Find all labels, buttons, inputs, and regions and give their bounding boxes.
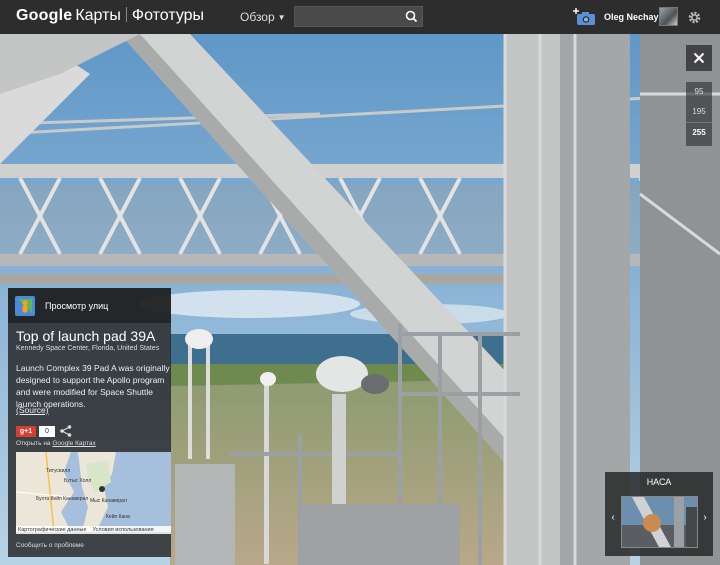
chevron-right-icon[interactable]: › (700, 512, 710, 523)
share-button[interactable] (59, 424, 73, 438)
zoom-level-195[interactable]: 195 (686, 102, 712, 122)
overview-label: Обзор (240, 10, 275, 24)
photo-gallery: НАСА ‹ › (605, 472, 713, 556)
info-panel: Просмотр улиц Top of launch pad 39A Kenn… (8, 288, 171, 557)
open-in-maps-prefix: Открыть на (16, 440, 53, 447)
settings-button[interactable] (686, 9, 703, 26)
brand-separator (125, 7, 127, 22)
minimap-image: Титусвилл Бутыс Холл Бухта Кейп Канавера… (16, 452, 171, 532)
minimap-label: Бутыс Холл (64, 478, 91, 484)
close-button[interactable] (686, 45, 712, 71)
place-title: Top of launch pad 39A (16, 328, 156, 344)
minimap-label: Мыс Канаверал (90, 498, 127, 504)
search-button[interactable] (401, 7, 422, 26)
top-bar: Google Карты Фототуры Обзор ▼ Oleg Nechay (0, 0, 720, 34)
open-in-maps-link[interactable]: Google Картах (52, 440, 95, 447)
pegman-icon (15, 296, 35, 316)
terms-link[interactable]: Условия использования (93, 527, 154, 533)
minimap-label: Кейп Кана (106, 513, 130, 520)
close-icon (693, 52, 705, 64)
brand-logo[interactable]: Google Карты Фототуры (16, 7, 204, 27)
gallery-thumbnail[interactable] (621, 496, 698, 548)
source-link[interactable]: (Source) (16, 405, 49, 415)
map-data-label[interactable]: Картографические данные (18, 527, 87, 533)
gplus-button[interactable]: g+1 (16, 426, 36, 437)
thumbnail-image (622, 497, 697, 547)
caret-down-icon: ▼ (277, 13, 286, 22)
place-subtitle: Kennedy Space Center, Florida, United St… (16, 345, 160, 352)
zoom-level-95[interactable]: 95 (686, 82, 712, 102)
zoom-level-255[interactable]: 255 (686, 122, 712, 142)
minimap-label: Титусвилл (46, 468, 70, 474)
street-view-label: Просмотр улиц (45, 301, 109, 311)
avatar[interactable] (659, 7, 678, 26)
chevron-left-icon[interactable]: ‹ (608, 512, 618, 523)
gear-icon (688, 11, 701, 24)
user-name[interactable]: Oleg Nechay (604, 12, 659, 22)
brand-google: Google (16, 7, 73, 24)
camera-plus-icon (573, 8, 595, 25)
map-footer: Картографические данные Условия использов… (16, 526, 171, 534)
minimap[interactable]: Титусвилл Бутыс Холл Бухта Кейп Канавера… (16, 452, 171, 532)
zoom-levels: 95 195 255 (686, 82, 712, 146)
gallery-title: НАСА (646, 477, 672, 487)
search-icon (405, 10, 418, 23)
search-box (294, 6, 423, 27)
add-photo-button[interactable] (573, 8, 597, 26)
brand-photos: Фототуры (131, 7, 205, 24)
panel-header: Просмотр улиц (8, 288, 171, 323)
place-description: Launch Complex 39 Pad A was originally d… (16, 363, 170, 409)
gplus-count: 0 (39, 426, 55, 437)
share-icon (60, 425, 72, 437)
search-input[interactable] (295, 7, 401, 26)
brand-maps: Карты (75, 7, 121, 24)
overview-dropdown[interactable]: Обзор ▼ (240, 10, 286, 24)
minimap-label: Бухта Кейп Канаверал (36, 495, 88, 502)
report-problem-link[interactable]: Сообщить о проблеме (16, 542, 84, 549)
open-in-maps: Открыть на Google Картах (16, 440, 96, 447)
